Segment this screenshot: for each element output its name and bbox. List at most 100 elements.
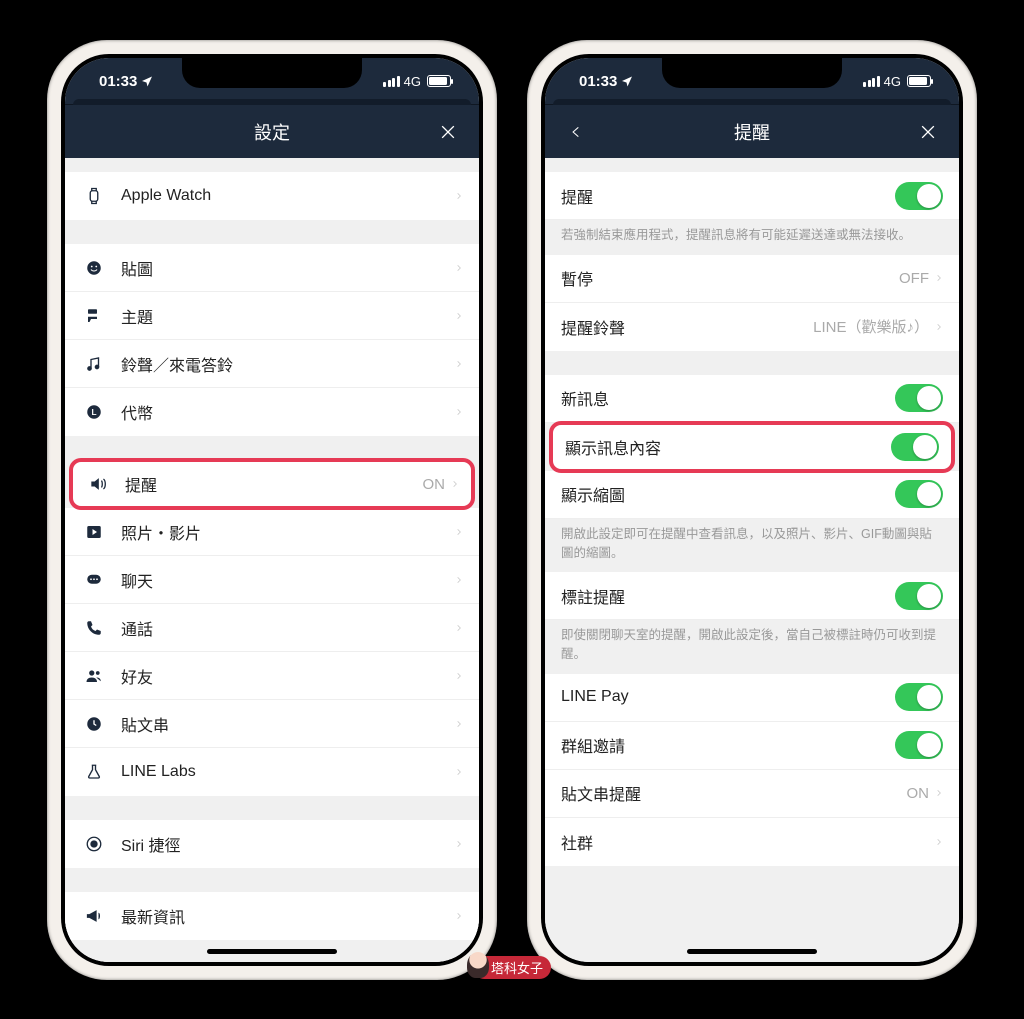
toggle-switch[interactable] [895,582,943,610]
phone-right: 01:33 4G 提醒 [527,40,977,980]
row-label: 提醒 [125,472,423,496]
chevron-right-icon [455,909,463,923]
settings-row-coins[interactable]: L 代幣 [65,388,479,436]
location-icon [141,75,153,87]
chevron-right-icon [455,669,463,683]
toggle-switch[interactable] [895,182,943,210]
row-label: 通話 [121,616,455,640]
notif-row-mention[interactable]: 標註提醒 [545,572,959,620]
notif-row-group-invite[interactable]: 群組邀請 [545,722,959,770]
settings-row-line-labs[interactable]: LINE Labs [65,748,479,796]
close-button[interactable] [903,105,953,158]
network-label: 4G [404,74,421,89]
chat-icon [81,571,107,589]
location-icon [621,75,633,87]
settings-row-news[interactable]: 最新資訊 [65,892,479,940]
notif-row-new-msg[interactable]: 新訊息 [545,375,959,423]
phone-icon [81,619,107,637]
notif-row-timeline-notif[interactable]: 貼文串提醒 ON [545,770,959,818]
page-title: 提醒 [734,119,770,145]
close-button[interactable] [423,105,473,158]
chevron-right-icon [935,320,943,334]
watch-icon [81,187,107,205]
toggle-switch[interactable] [895,683,943,711]
toggle-switch[interactable] [895,480,943,508]
signal-icon [863,76,880,87]
section-footer: 即使關閉聊天室的提醒，開啟此設定後，當自己被標註時仍可收到提醒。 [545,620,959,674]
toggle-switch[interactable] [891,433,939,461]
chevron-right-icon [455,525,463,539]
row-label: 好友 [121,664,455,688]
settings-row-friends[interactable]: 好友 [65,652,479,700]
siri-icon [81,835,107,853]
network-label: 4G [884,74,901,89]
settings-row-stickers[interactable]: 貼圖 [65,244,479,292]
back-button[interactable] [551,105,601,158]
notch [182,58,362,88]
smile-icon [81,259,107,277]
settings-row-calls[interactable]: 通話 [65,604,479,652]
row-value: ON [907,785,930,802]
chevron-right-icon [455,261,463,275]
notifications-list[interactable]: 提醒 若強制結束應用程式，提醒訊息將有可能延遲送達或無法接收。 暫停 OFF 提… [545,158,959,962]
row-value: OFF [899,270,929,287]
settings-row-siri[interactable]: Siri 捷徑 [65,820,479,868]
play-icon [81,523,107,541]
notif-row-show-content[interactable]: 顯示訊息內容 [549,421,955,473]
notif-row-notif-sound[interactable]: 提醒鈴聲 LINE（歡樂版♪） [545,303,959,351]
row-label: LINE Pay [561,688,895,706]
speaker-icon [85,474,111,494]
row-label: 提醒鈴聲 [561,315,813,339]
settings-list[interactable]: Apple Watch 貼圖 主題 鈴聲／來電答鈴 L 代幣 [65,158,479,962]
settings-row-ringtone[interactable]: 鈴聲／來電答鈴 [65,340,479,388]
settings-row-themes[interactable]: 主題 [65,292,479,340]
chevron-right-icon [455,357,463,371]
signal-icon [383,76,400,87]
row-label: 貼文串提醒 [561,781,907,805]
row-label: 暫停 [561,266,899,290]
notif-row-pause[interactable]: 暫停 OFF [545,255,959,303]
chevron-right-icon [455,765,463,779]
page-title: 設定 [254,119,290,145]
section-footer: 開啟此設定即可在提醒中查看訊息，以及照片、影片、GIF動圖與貼圖的縮圖。 [545,519,959,573]
status-time: 01:33 [99,73,137,90]
row-label: Apple Watch [121,187,455,205]
chevron-right-icon [455,189,463,203]
home-indicator[interactable] [687,949,817,954]
row-label: 聊天 [121,568,455,592]
home-indicator[interactable] [207,949,337,954]
settings-row-chats[interactable]: 聊天 [65,556,479,604]
notif-row-notif-master[interactable]: 提醒 [545,172,959,220]
chevron-right-icon [935,835,943,849]
settings-row-notifications[interactable]: 提醒 ON [69,458,475,510]
row-label: 鈴聲／來電答鈴 [121,352,455,376]
row-label: 貼圖 [121,256,455,280]
toggle-switch[interactable] [895,731,943,759]
toggle-switch[interactable] [895,384,943,412]
coin-icon: L [81,403,107,421]
chevron-right-icon [455,405,463,419]
chevron-right-icon [451,477,459,491]
megaphone-icon [81,907,107,925]
row-value: LINE（歡樂版♪） [813,316,929,337]
chevron-right-icon [455,573,463,587]
phone-left: 01:33 4G 設定 Apple Watch [47,40,497,980]
row-label: 標註提醒 [561,584,895,608]
notif-row-show-thumb[interactable]: 顯示縮圖 [545,471,959,519]
chevron-right-icon [935,786,943,800]
row-label: 最新資訊 [121,904,455,928]
clock-icon [81,715,107,733]
row-label: 照片・影片 [121,520,455,544]
notif-row-openchat[interactable]: 社群 [545,818,959,866]
row-value: ON [423,476,446,493]
flask-icon [81,763,107,781]
row-label: 代幣 [121,400,455,424]
watermark: 塔科女子 [473,956,551,979]
nav-bar: 提醒 [545,104,959,158]
row-label: 提醒 [561,184,895,208]
chevron-right-icon [455,837,463,851]
settings-row-apple-watch[interactable]: Apple Watch [65,172,479,220]
settings-row-photos[interactable]: 照片・影片 [65,508,479,556]
notif-row-line-pay[interactable]: LINE Pay [545,674,959,722]
settings-row-timeline[interactable]: 貼文串 [65,700,479,748]
